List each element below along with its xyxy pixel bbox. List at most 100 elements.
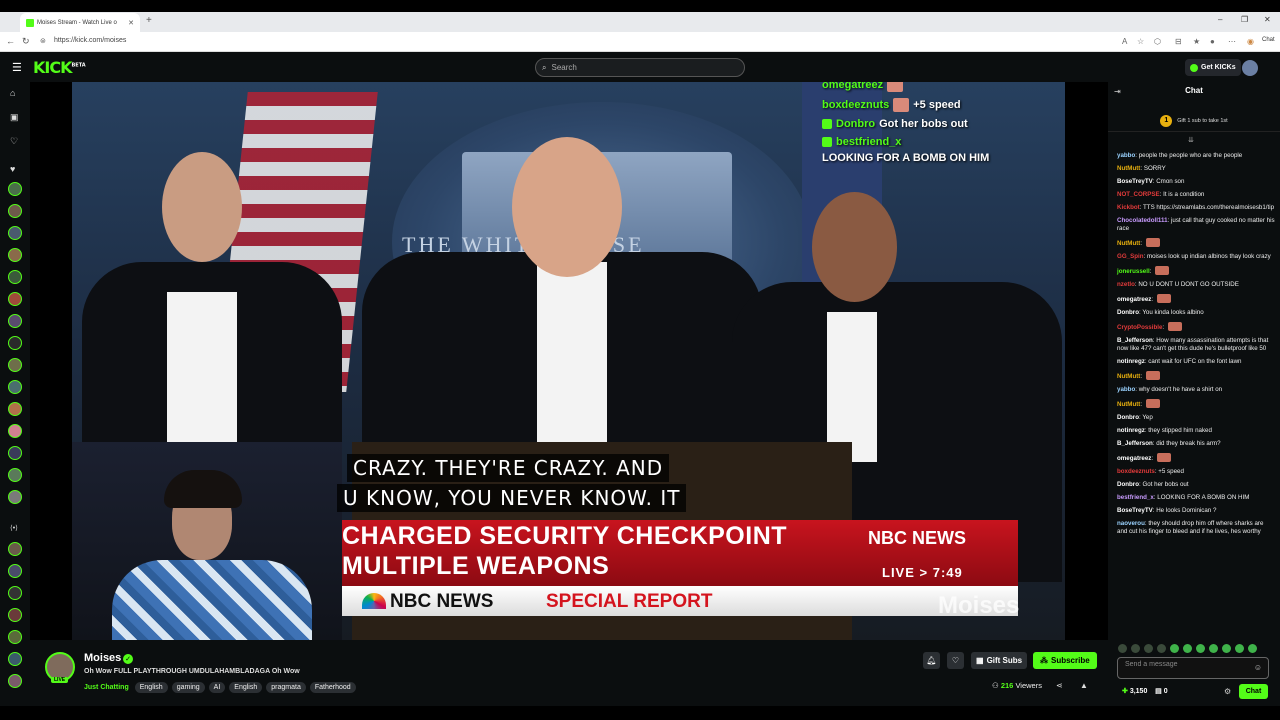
recommended-channel-avatar[interactable] [8,608,22,622]
split-screen-icon[interactable]: ⊟ [1175,37,1182,46]
chat-username[interactable]: omegatreez [1117,296,1151,303]
chat-username[interactable]: nzetlo [1117,281,1135,288]
category-link[interactable]: Just Chatting [84,682,129,693]
chat-username[interactable]: Kickbot [1117,204,1140,211]
chat-username[interactable]: jonerussell [1117,268,1150,275]
chat-username[interactable]: boxdeeznuts [1117,468,1155,475]
emote-icon[interactable] [1131,644,1140,653]
chat-username[interactable]: NOT_CORPSE [1117,191,1160,198]
url-field[interactable]: https://kick.com/moises [54,37,126,44]
user-avatar[interactable] [1242,60,1258,76]
chat-username[interactable]: NutMutt [1117,401,1140,408]
followed-channel-avatar[interactable] [8,204,22,218]
chat-message-input[interactable]: Send a message ☺ [1117,657,1269,679]
tag-chip[interactable]: gaming [171,682,205,693]
chat-username[interactable]: B_Jefferson [1117,337,1153,344]
emote-icon[interactable] [1144,644,1153,653]
channel-name[interactable]: Moises [84,652,121,664]
chat-username[interactable]: Donbro [1117,309,1139,316]
chat-username[interactable]: Chocolatedoll111 [1117,217,1168,224]
chat-username[interactable]: CryptoPossible [1117,324,1162,331]
tag-chip[interactable]: pragmata [266,682,306,693]
emote-icon[interactable] [1196,644,1205,653]
share-icon[interactable]: ⋖ [1056,681,1063,690]
emote-icon[interactable] [1209,644,1218,653]
followed-channel-avatar[interactable] [8,402,22,416]
chat-username[interactable]: yabbo [1117,386,1135,393]
followed-channel-avatar[interactable] [8,336,22,350]
recommended-channel-avatar[interactable] [8,652,22,666]
browse-icon[interactable]: ▣ [10,112,19,123]
emote-icon[interactable] [1235,644,1244,653]
recommended-channel-avatar[interactable] [8,564,22,578]
emote-icon[interactable] [1157,644,1166,653]
get-kicks-button[interactable]: Get KICKs [1185,59,1241,76]
send-chat-button[interactable]: Chat [1239,684,1268,699]
tag-chip[interactable]: Fatherhood [309,682,356,693]
emote-icon[interactable] [1222,644,1231,653]
recommended-channel-avatar[interactable] [8,674,22,688]
reload-icon[interactable]: ↻ [22,36,30,47]
followed-channel-avatar[interactable] [8,270,22,284]
pinned-toggle-icon[interactable]: ⇊ [1188,136,1194,144]
tag-chip[interactable]: English [134,682,168,693]
followed-channel-avatar[interactable] [8,446,22,460]
recommended-channel-avatar[interactable] [8,586,22,600]
followed-channel-avatar[interactable] [8,292,22,306]
chat-username[interactable]: omegatreez [1117,455,1151,462]
chat-username[interactable]: NutMutt [1117,240,1140,247]
menu-dots-icon[interactable]: ⋯ [1228,37,1236,46]
new-tab-icon[interactable]: + [146,15,152,26]
browser-tab-active[interactable]: Moises Stream - Watch Live o ✕ [20,13,140,32]
report-warning-icon[interactable]: ▲ [1080,681,1088,690]
video-player[interactable]: THE WHITE HOUSE omegatreez boxdeeznuts+5… [72,82,1065,640]
emote-icon[interactable] [1248,644,1257,653]
chat-username[interactable]: naoverou [1117,520,1145,527]
followed-channel-avatar[interactable] [8,358,22,372]
favorites-icon[interactable]: ★ [1193,37,1200,46]
chat-username[interactable]: notinregz [1117,427,1145,434]
chat-username[interactable]: NutMutt [1117,165,1140,172]
emote-icon[interactable] [1118,644,1127,653]
followed-channel-avatar[interactable] [8,226,22,240]
hamburger-menu-icon[interactable]: ☰ [12,61,22,74]
gift-subs-button[interactable]: ▦ Gift Subs [971,652,1028,669]
tag-chip[interactable]: English [229,682,263,693]
back-icon[interactable]: ← [6,36,15,46]
emote-icon[interactable] [1170,644,1179,653]
kick-logo[interactable]: KICKBETA [33,58,86,77]
following-icon[interactable]: ♡ [10,136,18,147]
chat-username[interactable]: notinregz [1117,358,1145,365]
minimize-icon[interactable]: – [1218,15,1222,24]
chat-username[interactable]: BoseTreyTV [1117,178,1153,185]
chat-username[interactable]: B_Jefferson [1117,440,1153,447]
notification-bell-button[interactable]: 🔔︎ [923,652,940,669]
chat-username[interactable]: bestfriend_x [1117,494,1154,501]
follow-heart-button[interactable]: ♡ [947,652,964,669]
followed-channel-avatar[interactable] [8,468,22,482]
chat-username[interactable]: yabbo [1117,152,1135,159]
subscribe-button[interactable]: ⁂ Subscribe [1033,652,1097,669]
chat-username[interactable]: Donbro [1117,481,1139,488]
close-tab-icon[interactable]: ✕ [128,19,134,27]
profile-icon[interactable]: ● [1210,37,1215,46]
close-window-icon[interactable]: ✕ [1264,15,1271,24]
copilot-icon[interactable]: ◉ [1247,37,1254,46]
search-input[interactable]: ⌕ Search [535,58,745,77]
home-icon[interactable]: ⌂ [10,88,15,98]
kicks-balance[interactable]: ✚ 3,150 ▤ 0 [1122,687,1168,695]
favorite-star-icon[interactable]: ☆ [1137,37,1144,46]
chat-username[interactable]: BoseTreyTV [1117,507,1153,514]
copilot-chat-label[interactable]: Chat [1262,37,1275,43]
emote-icon[interactable] [1183,644,1192,653]
followed-channel-avatar[interactable] [8,490,22,504]
chat-username[interactable]: Donbro [1117,414,1139,421]
site-info-icon[interactable]: ⊜ [40,37,46,45]
followed-channel-avatar[interactable] [8,182,22,196]
read-aloud-icon[interactable]: A [1122,37,1127,46]
followed-channel-avatar[interactable] [8,380,22,394]
recommended-channel-avatar[interactable] [8,630,22,644]
gift-leaderboard-banner[interactable]: 1 Gift 1 sub to take 1st [1108,110,1280,132]
chat-username[interactable]: NutMutt [1117,373,1140,380]
followed-channel-avatar[interactable] [8,314,22,328]
